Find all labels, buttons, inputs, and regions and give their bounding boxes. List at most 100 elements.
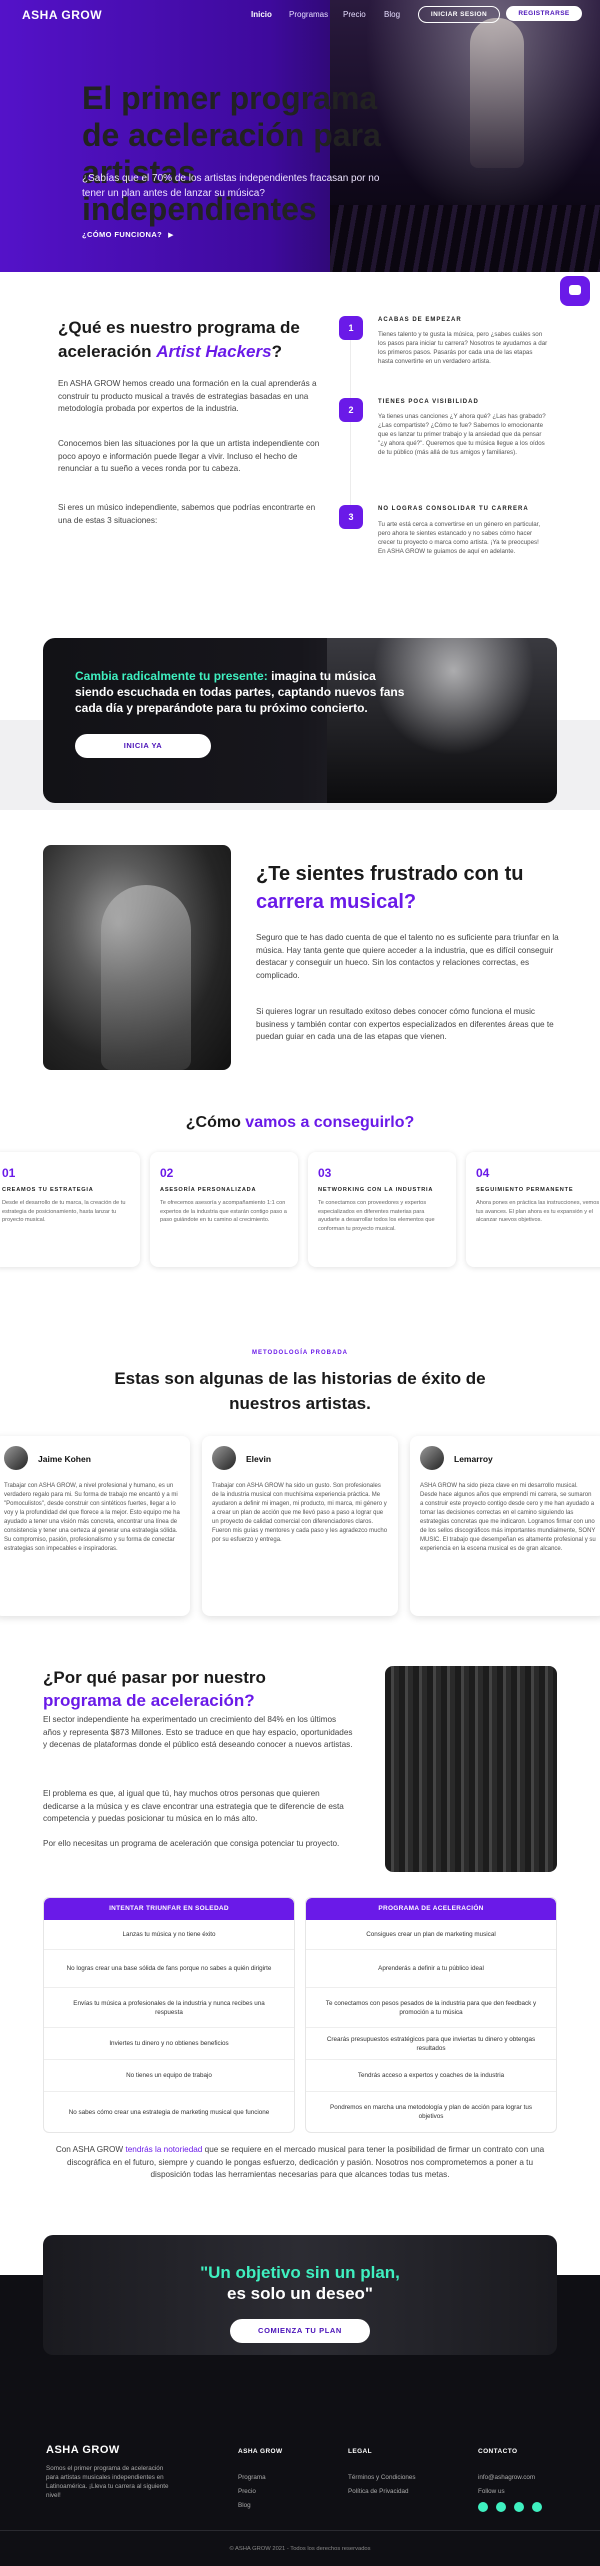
frustrated-title-a: ¿Te sientes frustrado con tu [256, 863, 524, 885]
compare-program-row: Te conectamos con pesos pesados de la in… [306, 1988, 556, 2028]
about-title-post: ? [271, 342, 282, 361]
closing-paragraph: Con ASHA GROW tendrás la notoriedad que … [50, 2144, 550, 2182]
artist-photo [43, 845, 231, 1070]
situation-text-2: Ya tienes unas canciones ¿Y ahora qué? ¿… [378, 413, 546, 456]
footer-col-legal-heading: LEGAL [348, 2448, 373, 2455]
brand-logo[interactable]: ASHA GROW [22, 8, 102, 22]
step-title-3: NETWORKING CON LA INDUSTRIA [318, 1187, 434, 1193]
footer-about: Somos el primer programa de aceleración … [46, 2465, 169, 2499]
step-number-2: 02 [160, 1166, 174, 1180]
step-card-1: 01 CREAMOS TU ESTRATEGIA Desde el desarr… [0, 1152, 140, 1267]
banner-stage-image [327, 638, 557, 803]
why-title-b: programa de aceleración? [43, 1691, 255, 1710]
nav-link-inicio[interactable]: Inicio [251, 10, 272, 19]
step-text-3: Te conectamos con proveedores y expertos… [318, 1200, 435, 1232]
how-it-works-link[interactable]: ¿CÓMO FUNCIONA? ▶ [82, 230, 174, 239]
play-icon: ▶ [168, 231, 174, 239]
compare-alone-row: No tienes un equipo de trabajo [44, 2060, 294, 2092]
stories-kicker: METODOLOGÍA PROBADA [251, 1350, 348, 1356]
why-paragraph-1: El sector independiente ha experimentado… [43, 1715, 353, 1749]
artist-figure [101, 885, 191, 1070]
step-text-4: Ahora pones en práctica las instruccione… [476, 1200, 600, 1223]
footer-link-privacy[interactable]: Política de Privacidad [348, 2488, 409, 2495]
compare-alone-row: Lanzas tu música y no tiene éxito [44, 1920, 294, 1950]
compare-alone-table: INTENTAR TRIUNFAR EN SOLEDAD Lanzas tu m… [43, 1897, 295, 2133]
about-title: ¿Qué es nuestro programa de aceleración … [58, 316, 328, 364]
compare-program-row: Consigues crear un plan de marketing mus… [306, 1920, 556, 1950]
twitter-icon[interactable] [532, 2502, 542, 2512]
banner-text: Cambia radicalmente tu presente: imagina… [75, 668, 405, 716]
compare-alone-row: No sabes cómo crear una estrategia de ma… [68, 2108, 270, 2116]
footer-divider [0, 2530, 600, 2531]
cta-quote-c: es solo un deseo" [227, 2284, 373, 2303]
how-title-a: ¿Cómo [185, 1114, 246, 1131]
testimonial-text-3: ASHA GROW ha sido pieza clave en mi desa… [420, 1483, 596, 1552]
transform-banner: Cambia radicalmente tu presente: imagina… [43, 638, 557, 803]
plan-cta-box: "Un objetivo sin un plan, es solo un des… [43, 2235, 557, 2355]
frustrated-title: ¿Te sientes frustrado con tu carrera musi… [256, 860, 576, 916]
footer-link-terms[interactable]: Términos y Condiciones [348, 2474, 416, 2481]
step-title-1: CREAMOS TU ESTRATEGIA [2, 1187, 94, 1193]
footer-link-blog[interactable]: Blog [238, 2502, 251, 2509]
facebook-icon[interactable] [496, 2502, 506, 2512]
situation-badge-1: 1 [339, 316, 363, 340]
footer-logo[interactable]: ASHA GROW [46, 2444, 120, 2456]
situation-title-3: NO LOGRAS CONSOLIDAR TU CARRERA [378, 506, 529, 512]
compare-program-row: Crearás presupuestos estratégicos para q… [306, 2028, 556, 2060]
testimonial-card-2: Elevin Trabajar con ASHA GROW ha sido un… [202, 1436, 398, 1616]
about-paragraph-2: Conocemos bien las situaciones por la qu… [58, 439, 320, 473]
footer-copyright: © ASHA GROW 2021 - Todos los derechos re… [229, 2546, 371, 2552]
hero-title: El primer programa de aceleración para a… [82, 80, 381, 227]
nav-link-precio[interactable]: Precio [343, 10, 366, 19]
banner-highlight: Cambia radicalmente tu presente: [75, 669, 268, 683]
compare-alone-row: No logras crear una base sólida de fans … [44, 1950, 294, 1988]
footer-follow-label: Follow us [478, 2488, 505, 2495]
how-it-works-label: ¿CÓMO FUNCIONA? [82, 230, 163, 239]
situation-badge-3: 3 [339, 505, 363, 529]
footer-col-asha-heading: ASHA GROW [238, 2448, 283, 2455]
step-title-4: SEGUIMIENTO PERMANENTE [476, 1187, 574, 1193]
closing-pre: Con ASHA GROW [55, 2145, 126, 2154]
register-button[interactable]: REGISTRARSE [506, 6, 582, 21]
situations-divider [350, 325, 351, 525]
footer-col-contact-heading: CONTACTO [478, 2448, 518, 2455]
nav-link-programas[interactable]: Programas [289, 10, 328, 19]
start-plan-button[interactable]: COMIENZA TU PLAN [230, 2319, 370, 2343]
step-title-2: ASESORÍA PERSONALIZADA [160, 1187, 257, 1193]
login-button[interactable]: INICIAR SESION [418, 6, 500, 23]
compare-program-table: PROGRAMA DE ACELERACIÓN Consigues crear … [305, 1897, 557, 2133]
situation-text-3: Tu arte está cerca a convertirse en un g… [378, 521, 541, 555]
testimonial-card-3: Lemarroy ASHA GROW ha sido pieza clave e… [410, 1436, 600, 1616]
footer-link-precio[interactable]: Precio [238, 2488, 256, 2495]
compare-alone-header: INTENTAR TRIUNFAR EN SOLEDAD [44, 1898, 294, 1920]
compare-program-row: Tendrás acceso a expertos y coaches de l… [306, 2060, 556, 2092]
cta-quote: "Un objetivo sin un plan, es solo un des… [43, 2262, 557, 2304]
situation-text-1: Tienes talento y te gusta la música, per… [378, 331, 548, 365]
instagram-icon[interactable] [478, 2502, 488, 2512]
compare-program-header: PROGRAMA DE ACELERACIÓN [306, 1898, 556, 1920]
nav-link-blog[interactable]: Blog [384, 10, 400, 19]
step-number-1: 01 [2, 1166, 16, 1180]
hero-performer-image [470, 18, 524, 168]
footer-email[interactable]: info@ashagrow.com [478, 2474, 535, 2481]
step-number-4: 04 [476, 1166, 490, 1180]
how-title-b: vamos a conseguirlo? [245, 1114, 415, 1131]
cta-quote-b: sin un plan, [305, 2263, 400, 2282]
step-text-1: Desde el desarrollo de tu marca, la crea… [2, 1200, 126, 1223]
why-title-a: ¿Por qué pasar por nuestro [43, 1668, 266, 1687]
chat-icon[interactable] [560, 276, 590, 306]
compare-program-row: Aprenderás a definir a tu público ideal [306, 1950, 556, 1988]
stories-title: Estas son algunas de las historias de éx… [114, 1369, 486, 1413]
start-now-button[interactable]: INICIA YA [75, 734, 211, 758]
avatar [420, 1446, 444, 1470]
notoriety-link[interactable]: tendrás la notoriedad [125, 2145, 202, 2154]
footer: ASHA GROW Somos el primer programa de ac… [0, 2440, 600, 2566]
testimonial-name-3: Lemarroy [454, 1454, 493, 1464]
step-card-3: 03 NETWORKING CON LA INDUSTRIA Te conect… [308, 1152, 456, 1267]
frustrated-title-b: carrera musical? [256, 891, 417, 913]
footer-link-programa[interactable]: Programa [238, 2474, 266, 2481]
testimonial-card-1: Jaime Kohen Trabajar con ASHA GROW, a ni… [0, 1436, 190, 1616]
step-card-4: 04 SEGUIMIENTO PERMANENTE Ahora pones en… [466, 1152, 600, 1267]
youtube-icon[interactable] [514, 2502, 524, 2512]
compare-alone-row: Inviertes tu dinero y no obtienes benefi… [44, 2028, 294, 2060]
